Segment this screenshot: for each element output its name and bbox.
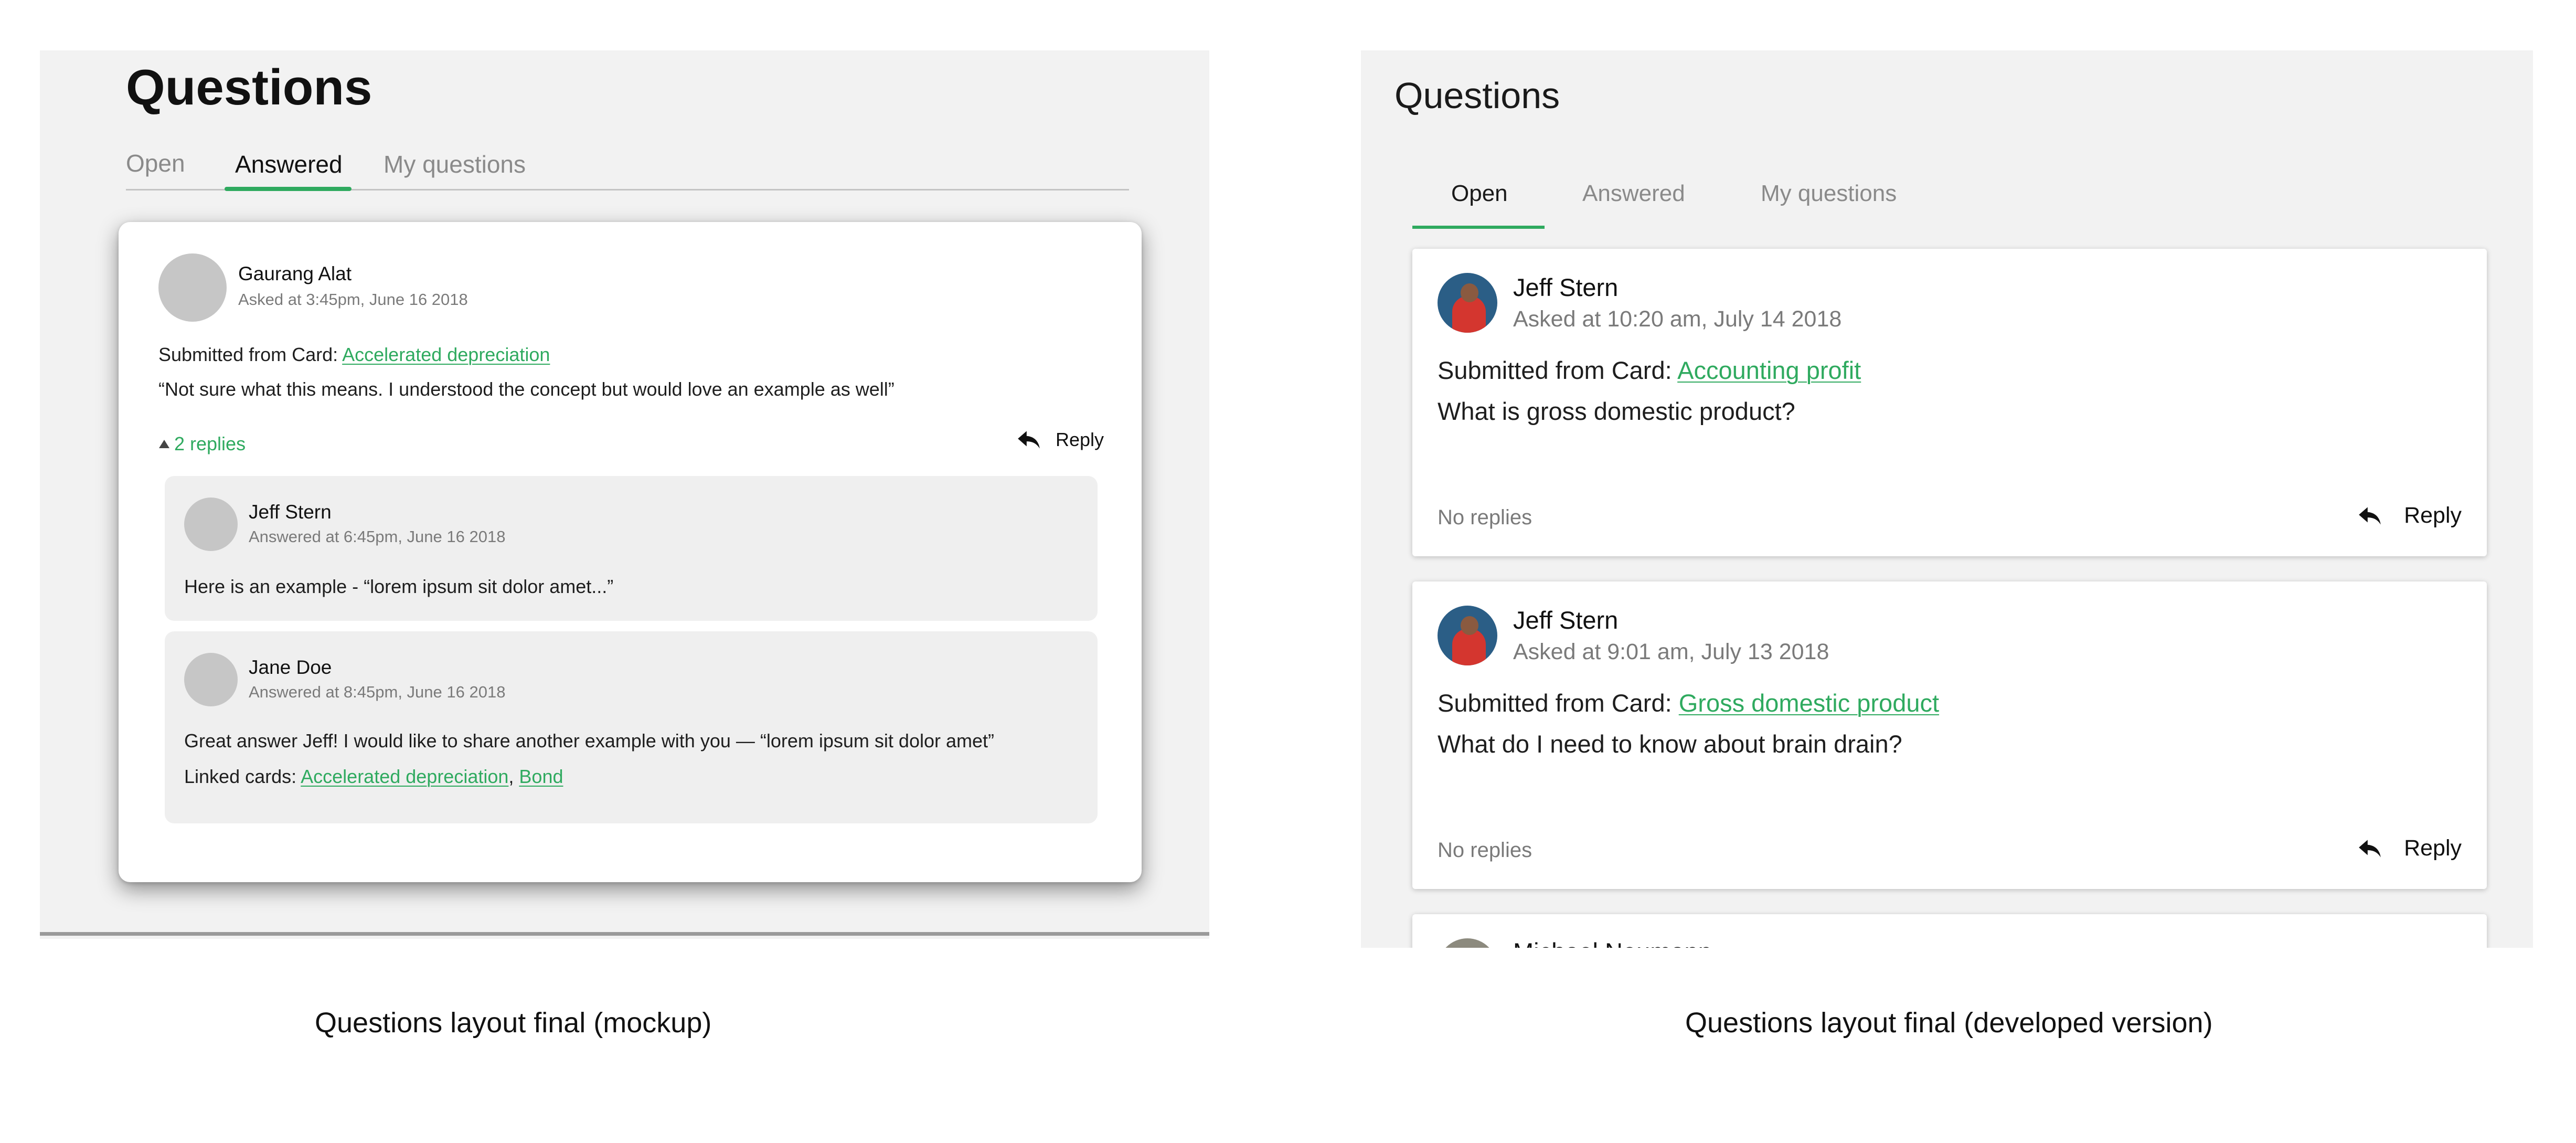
question-card: Gaurang Alat Asked at 3:45pm, June 16 20… — [119, 222, 1142, 882]
reply-arrow-icon — [1018, 431, 1040, 449]
linked-card-link[interactable]: Accelerated depreciation — [301, 766, 508, 787]
linked-prefix: Linked cards: — [184, 766, 301, 787]
replies-status: No replies — [1438, 506, 1532, 529]
question-author: Michael Neumann — [1513, 937, 1712, 948]
page-title: Questions — [1395, 75, 1560, 116]
submitted-prefix: Submitted from Card: — [1438, 356, 1672, 384]
answer-meta: Answered at 6:45pm, June 16 2018 — [249, 527, 506, 546]
avatar — [1438, 606, 1497, 665]
question-body: “Not sure what this means. I understood … — [158, 378, 895, 400]
question-card: Jeff Stern Asked at 9:01 am, July 13 201… — [1412, 581, 2487, 889]
linked-cards-line: Linked cards: Accelerated depreciation, … — [184, 766, 563, 788]
reply-button[interactable]: Reply — [2357, 835, 2462, 861]
tab-answered[interactable]: Answered — [1582, 181, 1685, 207]
avatar — [158, 253, 227, 322]
question-body: What do I need to know about brain drain… — [1438, 730, 1902, 758]
mockup-panel: Questions Open Answered My questions Gau… — [40, 50, 1209, 939]
avatar — [184, 498, 238, 551]
tab-my-questions[interactable]: My questions — [1761, 181, 1897, 207]
tab-active-indicator — [1412, 226, 1545, 229]
page-title: Questions — [126, 59, 372, 115]
answer-body: Here is an example - “lorem ipsum sit do… — [184, 576, 614, 597]
question-author: Gaurang Alat — [238, 263, 352, 284]
tab-answered[interactable]: Answered — [235, 150, 343, 178]
bottom-divider — [40, 932, 1209, 936]
reply-button[interactable]: Reply — [2357, 503, 2462, 528]
linked-card-link[interactable]: Bond — [519, 766, 563, 787]
tab-open[interactable]: Open — [126, 149, 185, 177]
avatar — [1438, 938, 1497, 948]
caption-mockup: Questions layout final (mockup) — [315, 1007, 712, 1039]
question-meta: Asked at 10:20 am, July 14 2018 — [1513, 306, 1842, 332]
question-body: What is gross domestic product? — [1438, 397, 1795, 425]
avatar — [184, 653, 238, 706]
answer-body: Great answer Jeff! I would like to share… — [184, 730, 994, 752]
submitted-line: Submitted from Card: Accounting profit — [1438, 356, 1861, 385]
replies-count: 2 replies — [174, 433, 246, 454]
linked-separator: , — [508, 766, 519, 787]
question-meta: Asked at 9:01 am, July 13 2018 — [1513, 639, 1829, 664]
avatar — [1438, 273, 1497, 333]
tab-open[interactable]: Open — [1451, 181, 1508, 207]
reply-label: Reply — [2404, 835, 2462, 861]
card-link[interactable]: Gross domestic product — [1679, 689, 1939, 717]
caption-developed: Questions layout final (developed versio… — [1685, 1007, 2213, 1039]
triangle-up-icon — [159, 440, 169, 448]
card-link[interactable]: Accounting profit — [1677, 356, 1861, 384]
question-card: Jeff Stern Asked at 10:20 am, July 14 20… — [1412, 249, 2487, 556]
card-link[interactable]: Accelerated depreciation — [342, 344, 550, 365]
replies-status: No replies — [1438, 839, 1532, 862]
replies-toggle[interactable]: 2 replies — [158, 433, 246, 455]
question-author: Jeff Stern — [1513, 606, 1619, 634]
question-author: Jeff Stern — [1513, 273, 1619, 301]
answer-author: Jeff Stern — [249, 501, 332, 523]
answer-author: Jane Doe — [249, 657, 332, 678]
submitted-line: Submitted from Card: Accelerated depreci… — [158, 344, 550, 366]
answer-meta: Answered at 8:45pm, June 16 2018 — [249, 683, 506, 701]
tab-my-questions[interactable]: My questions — [384, 150, 526, 178]
avatar-head — [1461, 616, 1478, 635]
answer-item: Jeff Stern Answered at 6:45pm, June 16 2… — [165, 476, 1098, 621]
avatar-head — [1461, 283, 1478, 302]
question-meta: Asked at 3:45pm, June 16 2018 — [238, 290, 468, 309]
submitted-line: Submitted from Card: Gross domestic prod… — [1438, 689, 1939, 717]
reply-label: Reply — [1055, 429, 1104, 450]
developed-panel: Questions Open Answered My questions Jef… — [1361, 50, 2533, 948]
question-card-partial: Michael Neumann — [1412, 914, 2487, 948]
submitted-prefix: Submitted from Card: — [1438, 689, 1672, 717]
reply-arrow-icon — [2359, 839, 2381, 858]
submitted-prefix: Submitted from Card: — [158, 344, 338, 365]
reply-arrow-icon — [2359, 506, 2381, 525]
answer-item: Jane Doe Answered at 8:45pm, June 16 201… — [165, 631, 1098, 823]
reply-label: Reply — [2404, 503, 2462, 528]
tab-active-indicator — [225, 187, 352, 191]
reply-button[interactable]: Reply — [1016, 429, 1104, 451]
